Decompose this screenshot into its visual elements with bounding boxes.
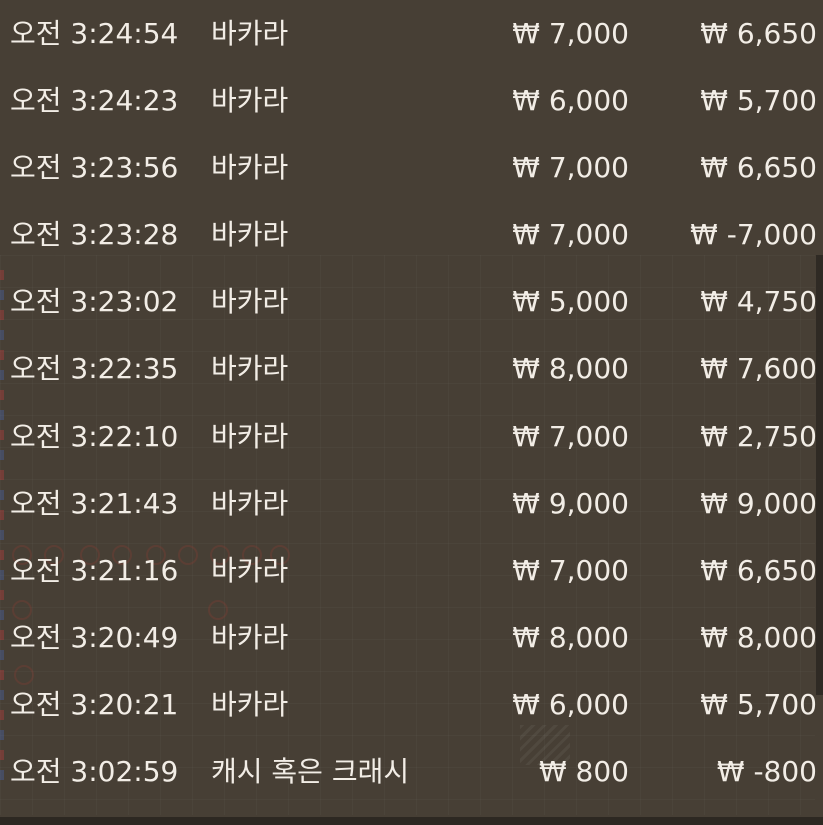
history-row[interactable]: 오전 3:20:21 바카라 ₩ 6,000 ₩ 5,700 xyxy=(0,680,823,747)
history-row[interactable]: 오전 3:23:28 바카라 ₩ 7,000 ₩ -7,000 xyxy=(0,210,823,277)
row-time: 오전 3:23:56 xyxy=(10,151,179,185)
row-game-name: 바카라 xyxy=(211,486,289,520)
row-time: 오전 3:20:21 xyxy=(10,687,179,721)
row-result-amount: ₩ 6,650 xyxy=(700,553,817,587)
row-bet-amount: ₩ 8,000 xyxy=(512,620,629,654)
history-row[interactable]: 오전 3:23:02 바카라 ₩ 5,000 ₩ 4,750 xyxy=(0,277,823,344)
row-game-name: 바카라 xyxy=(211,620,289,654)
row-result-amount: ₩ 5,700 xyxy=(700,687,817,721)
row-game-name: 바카라 xyxy=(211,285,289,319)
row-game-name: 바카라 xyxy=(211,419,289,453)
row-bet-amount: ₩ 7,000 xyxy=(512,553,629,587)
row-bet-amount: ₩ 7,000 xyxy=(512,218,629,252)
row-time: 오전 3:23:02 xyxy=(10,285,179,319)
row-game-name: 바카라 xyxy=(211,687,289,721)
row-bet-amount: ₩ 8,000 xyxy=(512,352,629,386)
history-row[interactable]: 오전 3:21:16 바카라 ₩ 7,000 ₩ 6,650 xyxy=(0,546,823,613)
row-result-amount: ₩ -800 xyxy=(716,755,817,789)
row-result-amount: ₩ -7,000 xyxy=(690,218,817,252)
row-game-name: 바카라 xyxy=(211,84,289,118)
row-bet-amount: ₩ 7,000 xyxy=(512,151,629,185)
bottom-divider xyxy=(0,817,823,825)
row-result-amount: ₩ 2,750 xyxy=(700,419,817,453)
row-time: 오전 3:02:59 xyxy=(10,755,179,789)
row-game-name: 바카라 xyxy=(211,352,289,386)
row-bet-amount: ₩ 9,000 xyxy=(512,486,629,520)
history-row[interactable]: 오전 3:20:49 바카라 ₩ 8,000 ₩ 8,000 xyxy=(0,613,823,680)
row-result-amount: ₩ 4,750 xyxy=(700,285,817,319)
row-game-name: 바카라 xyxy=(211,17,289,50)
bet-history-panel: 오전 3:24:54 바카라 ₩ 7,000 ₩ 6,650 오전 3:24:2… xyxy=(0,0,823,825)
row-result-amount: ₩ 7,600 xyxy=(700,352,817,386)
row-time: 오전 3:24:54 xyxy=(10,17,179,50)
row-game-name: 바카라 xyxy=(211,151,289,185)
row-bet-amount: ₩ 6,000 xyxy=(512,84,629,118)
row-bet-amount: ₩ 800 xyxy=(538,755,629,789)
row-time: 오전 3:21:16 xyxy=(10,553,179,587)
row-result-amount: ₩ 6,650 xyxy=(700,151,817,185)
row-result-amount: ₩ 9,000 xyxy=(700,486,817,520)
history-row[interactable]: 오전 3:02:59 캐시 혹은 크래시 ₩ 800 ₩ -800 xyxy=(0,747,823,814)
row-result-amount: ₩ 8,000 xyxy=(700,620,817,654)
history-row[interactable]: 오전 3:21:43 바카라 ₩ 9,000 ₩ 9,000 xyxy=(0,479,823,546)
row-bet-amount: ₩ 7,000 xyxy=(512,17,629,50)
history-row[interactable]: 오전 3:24:54 바카라 ₩ 7,000 ₩ 6,650 xyxy=(0,9,823,76)
row-bet-amount: ₩ 6,000 xyxy=(512,687,629,721)
history-row[interactable]: 오전 3:24:23 바카라 ₩ 6,000 ₩ 5,700 xyxy=(0,76,823,143)
row-time: 오전 3:22:35 xyxy=(10,352,179,386)
row-bet-amount: ₩ 7,000 xyxy=(512,419,629,453)
row-time: 오전 3:21:43 xyxy=(10,486,179,520)
row-game-name: 바카라 xyxy=(211,553,289,587)
row-game-name: 캐시 혹은 크래시 xyxy=(211,755,410,789)
bet-history-list: 오전 3:24:54 바카라 ₩ 7,000 ₩ 6,650 오전 3:24:2… xyxy=(0,0,823,814)
history-row[interactable]: 오전 3:22:10 바카라 ₩ 7,000 ₩ 2,750 xyxy=(0,412,823,479)
row-game-name: 바카라 xyxy=(211,218,289,252)
row-result-amount: ₩ 6,650 xyxy=(700,17,817,50)
row-time: 오전 3:23:28 xyxy=(10,218,179,252)
row-time: 오전 3:20:49 xyxy=(10,620,179,654)
row-time: 오전 3:22:10 xyxy=(10,419,179,453)
history-row[interactable]: 오전 3:23:56 바카라 ₩ 7,000 ₩ 6,650 xyxy=(0,143,823,210)
row-bet-amount: ₩ 5,000 xyxy=(512,285,629,319)
history-row[interactable]: 오전 3:22:35 바카라 ₩ 8,000 ₩ 7,600 xyxy=(0,344,823,411)
row-result-amount: ₩ 5,700 xyxy=(700,84,817,118)
row-time: 오전 3:24:23 xyxy=(10,84,179,118)
